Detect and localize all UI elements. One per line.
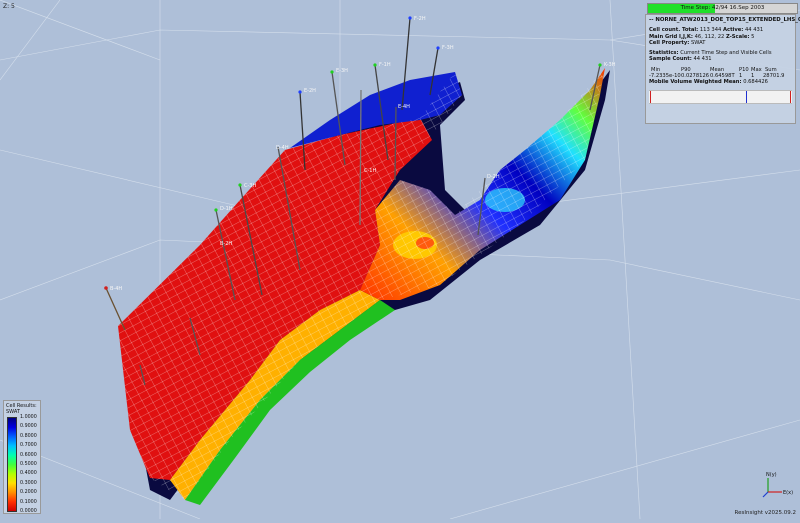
- svg-text:D-1H: D-1H: [220, 206, 233, 212]
- svg-text:D-4H: D-4H: [276, 145, 289, 151]
- axis-triad: N(y) E(x): [762, 472, 793, 498]
- well-head: [104, 286, 108, 290]
- svg-text:B-4H: B-4H: [110, 286, 122, 292]
- svg-text:D-2H: D-2H: [487, 174, 500, 180]
- legend-tick-label: 0.8000: [20, 433, 37, 439]
- axis-x-label: E(x): [783, 490, 793, 496]
- legend-color-bar: [7, 417, 17, 512]
- well-head: [298, 90, 302, 94]
- legend-tick-label: 0.7000: [20, 443, 37, 449]
- svg-text:E-4H: E-4H: [398, 104, 410, 110]
- svg-text:E-3H: E-3H: [336, 68, 348, 74]
- legend-tick-label: 0.1000: [20, 499, 37, 505]
- histogram-mean-marker: [746, 90, 747, 103]
- version-label: ResInsight v2025.09.2: [734, 510, 796, 516]
- legend-tick-label: 0.4000: [20, 471, 37, 477]
- svg-text:B-2H: B-2H: [220, 241, 232, 247]
- svg-text:E-2H: E-2H: [304, 88, 316, 94]
- histogram-min-marker: [650, 90, 651, 103]
- histogram: [649, 89, 792, 104]
- legend-tick-label: 0.6000: [20, 452, 37, 458]
- svg-text:C-1H: C-1H: [364, 168, 376, 174]
- svg-text:F-2H: F-2H: [414, 16, 426, 22]
- legend-tick-label: 1.0000: [20, 415, 37, 420]
- well-head: [330, 70, 334, 74]
- axis-y-label: N(y): [766, 472, 777, 478]
- time-step-label: Time Step: 42/94 16.Sep 2003: [680, 5, 765, 11]
- well-head: [436, 46, 440, 50]
- z-scale-label: Z: 5: [3, 3, 15, 10]
- svg-text:F-1H: F-1H: [379, 62, 391, 68]
- svg-text:F-3H: F-3H: [442, 45, 454, 51]
- well-head: [598, 63, 602, 67]
- mobile-volume-line: Mobile Volume Weighted Mean: 0.684426: [649, 79, 768, 86]
- grid-mesh-overlay: [118, 68, 605, 500]
- histogram-max-marker: [790, 90, 791, 103]
- legend-title: Cell Results: SWAT: [6, 403, 37, 415]
- well-head: [214, 208, 218, 212]
- case-title: -- NORNE_ATW2013_DOE_TOP15_EXTENDED_LHS_…: [649, 17, 800, 23]
- info-box: -- NORNE_ATW2013_DOE_TOP15_EXTENDED_LHS_…: [645, 14, 800, 124]
- well-head: [238, 183, 242, 187]
- legend-tick-label: 0.3000: [20, 480, 37, 486]
- well-head: [373, 63, 377, 67]
- svg-text:C-3H: C-3H: [244, 183, 256, 189]
- legend-tick-label: 0.9000: [20, 424, 37, 430]
- legend-tick-label: 0.0000: [20, 509, 37, 514]
- legend-tick-label: 0.5000: [20, 462, 37, 467]
- well-head: [408, 16, 412, 20]
- legend-tick-label: 0.2000: [20, 490, 37, 496]
- color-legend: Cell Results: SWAT 1.0000 0.9000 0.8000 0.7…: [3, 400, 41, 514]
- time-step-bar[interactable]: Time Step: 42/94 16.Sep 2003: [647, 3, 798, 14]
- well-path: [105, 287, 126, 331]
- svg-text:K-3H: K-3H: [604, 62, 616, 68]
